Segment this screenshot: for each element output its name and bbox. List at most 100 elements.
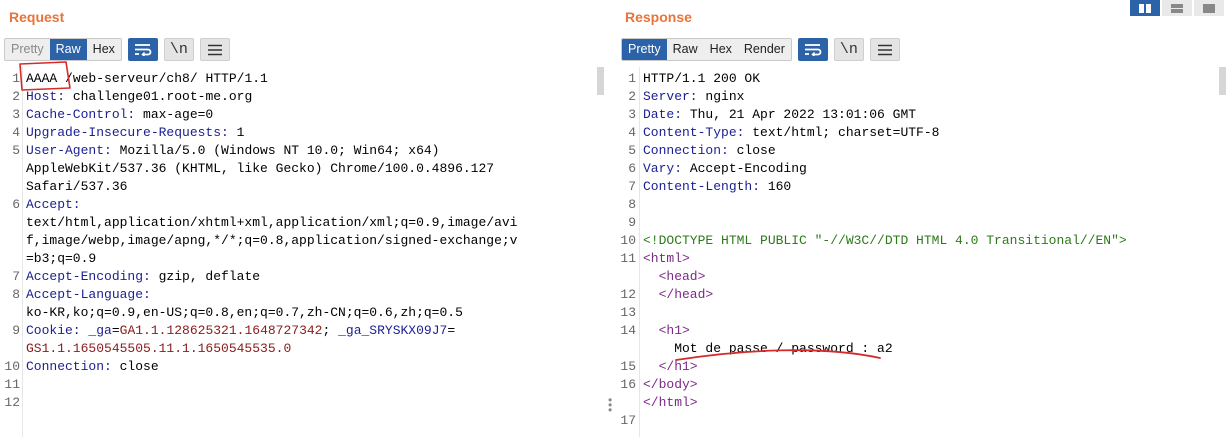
line-content: Accept-Language: [26,286,151,304]
line-number: 2 [628,89,636,104]
line-content: <!DOCTYPE HTML PUBLIC "-//W3C//DTD HTML … [643,232,1127,250]
response-tab-raw[interactable]: Raw [666,39,704,60]
hamburger-menu-icon [877,44,892,55]
single-layout-icon [1203,3,1215,13]
line-content: Connection: close [643,142,776,160]
request-newline-toggle-button[interactable]: \n [163,38,194,61]
code-token: Accept-Language: [26,287,151,302]
panel-resize-handle[interactable]: • • • [608,394,612,416]
code-token: GS1.1.1650545505.11.1.1650545535.0 [26,341,292,356]
code-token: _ga [80,323,112,338]
line-number: 12 [4,395,20,410]
line-content: Upgrade-Insecure-Requests: 1 [26,124,244,142]
response-tab-render[interactable]: Render [737,39,791,60]
line-content: </head> [643,286,714,304]
code-token: Connection: [26,359,112,374]
code-token: challenge01.root-me.org [65,89,253,104]
code-token: Safari/537.36 [26,179,128,194]
code-token: gzip, deflate [150,269,261,284]
layout-tabs-button[interactable] [1194,0,1224,16]
request-title: Request [9,9,65,25]
line-content: Host: challenge01.root-me.org [26,88,252,106]
response-newline-toggle-button[interactable]: \n [833,38,864,61]
line-content: Server: nginx [643,88,744,106]
line-number: 9 [12,323,20,338]
response-scrollbar[interactable] [1219,67,1226,95]
line-number: 8 [12,287,20,302]
code-token: User-Agent: [26,143,112,158]
code-token: close [111,359,159,374]
code-token: Accept-Encoding: [26,269,151,284]
code-token: Server: [643,89,698,104]
code-token: Content-Type: [643,125,745,140]
layout-stacked-button[interactable] [1162,0,1192,16]
code-token: Connection: [643,143,729,158]
code-token: 1 [228,125,245,140]
line-number: 16 [620,377,636,392]
code-token: Host: [26,89,66,104]
line-content: text/html,application/xhtml+xml,applicat… [26,214,517,232]
request-gutter [22,67,23,437]
request-editor[interactable]: 1 AAAA /web-serveur/ch8/ HTTP/1.1 2 Host: c… [0,67,606,437]
line-number: 1 [628,71,636,86]
line-content: =b3;q=0.9 [26,250,96,268]
line-content: User-Agent: Mozilla/5.0 (Windows NT 10.0… [26,142,439,160]
line-number: 7 [628,179,636,194]
code-token: AppleWebKit/537.36 (KHTML, like Gecko) C… [26,161,495,176]
code-token: </body> [643,377,698,392]
line-number: 11 [4,377,20,392]
code-token: =b3;q=0.9 [26,251,97,266]
response-panel: Response Pretty Raw Hex Render \n 1HTTP [617,0,1226,437]
layout-toggle-group [1130,0,1224,16]
code-token: GA1.1.128625321.1648727342 [119,323,323,338]
response-tab-pretty[interactable]: Pretty [622,39,667,60]
code-token: Cookie: [26,323,81,338]
code-token: AAAA [26,71,58,86]
line-content: Cookie: _ga=GA1.1.128625321.1648727342; … [26,322,455,340]
line-number: 11 [620,251,636,266]
code-token: 160 [760,179,792,194]
code-token: <!DOCTYPE HTML PUBLIC "-//W3C//DTD HTML … [643,233,1127,248]
line-content: Content-Type: text/html; charset=UTF-8 [643,124,939,142]
request-menu-button[interactable] [199,38,230,61]
code-token: close [728,143,776,158]
line-content: Connection: close [26,358,159,376]
code-token: Cache-Control: [26,107,136,122]
response-editor[interactable]: 1 HTTP/1.1 200 OK 2 Server: nginx 3 Date: Thu… [617,67,1226,437]
line-number: 17 [620,413,636,428]
code-token: ko-KR,ko;q=0.9,en-US;q=0.8,en;q=0.7,zh-C… [26,305,463,320]
line-number: 6 [628,161,636,176]
request-scrollbar[interactable] [597,67,604,95]
layout-side-by-side-button[interactable] [1130,0,1160,16]
response-wrap-lines-button[interactable] [797,38,828,61]
code-token: = [111,323,120,338]
request-tab-pretty[interactable]: Pretty [5,39,50,60]
line-content: ko-KR,ko;q=0.9,en-US;q=0.8,en;q=0.7,zh-C… [26,304,463,322]
response-tab-hex[interactable]: Hex [703,39,738,60]
code-token: Accept-Encoding [682,161,807,176]
request-tab-raw[interactable]: Raw [49,39,87,60]
line-number: 12 [620,287,636,302]
line-number: 15 [620,359,636,374]
response-toolbar: Pretty Raw Hex Render \n [621,38,900,61]
code-token: max-age=0 [135,107,214,122]
line-number: 10 [620,233,636,248]
line-number: 1 [12,71,20,86]
code-token: </head> [643,287,714,302]
code-token: </html> [643,395,698,410]
line-number: 6 [12,197,20,212]
line-number: 13 [620,305,636,320]
request-wrap-lines-button[interactable] [127,38,158,61]
response-view-tabs: Pretty Raw Hex Render [621,38,792,61]
line-content: f,image/webp,image/apng,*/*;q=0.8,applic… [26,232,517,250]
newline-icon: \n [169,41,188,58]
request-tab-hex[interactable]: Hex [86,39,121,60]
code-token: /web-serveur/ch8/ HTTP/1.1 [57,71,268,86]
response-menu-button[interactable] [869,38,900,61]
line-content: Cache-Control: max-age=0 [26,106,213,124]
line-content: GS1.1.1650545505.11.1.1650545535.0 [26,340,291,358]
line-content: <h1> [643,322,690,340]
line-number: 5 [628,143,636,158]
code-token: = [447,323,456,338]
line-number: 3 [12,107,20,122]
